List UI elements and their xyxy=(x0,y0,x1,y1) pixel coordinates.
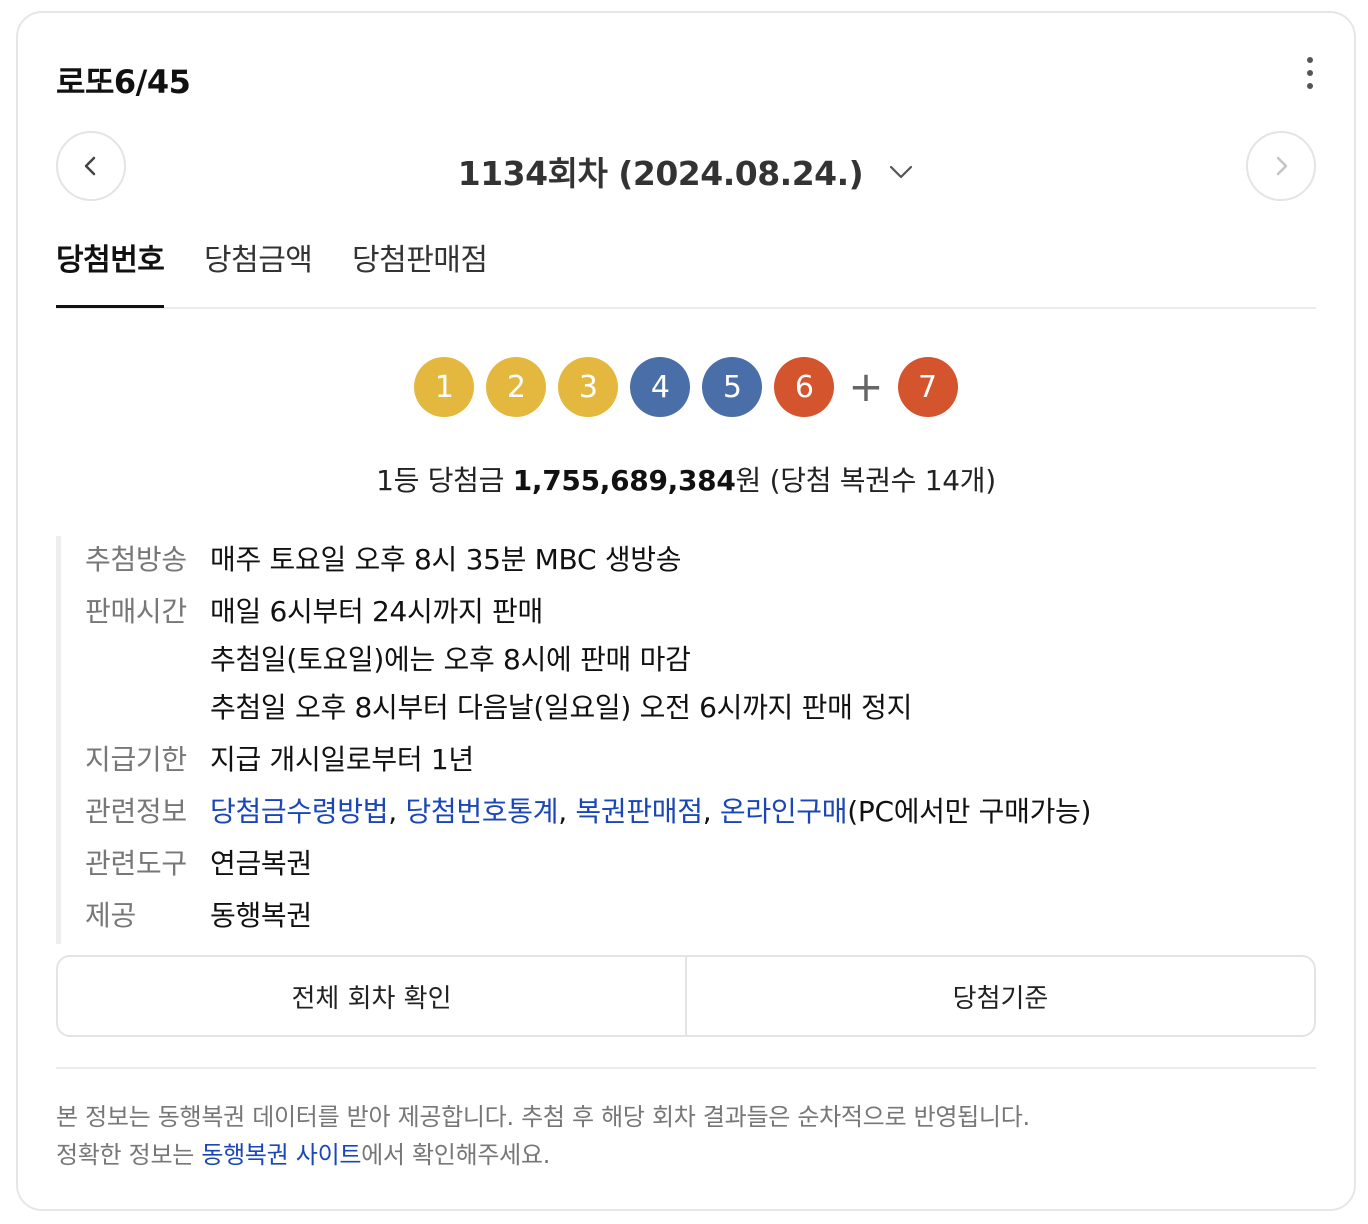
info-row-related-info: 관련정보 당첨금수령방법, 당첨번호통계, 복권판매점, 온라인구매(PC에서만… xyxy=(85,788,1296,836)
info-label: 추첨방송 xyxy=(85,543,187,576)
round-label: 1134회차 (2024.08.24.) xyxy=(457,154,864,193)
action-buttons: 전체 회차 확인 당첨기준 xyxy=(56,955,1316,1037)
info-label: 지급기한 xyxy=(85,743,187,776)
info-label: 관련도구 xyxy=(85,847,187,880)
info-label: 관련정보 xyxy=(85,795,187,828)
number-ball: 3 xyxy=(558,357,619,417)
info-row-sales-time: 판매시간 매일 6시부터 24시까지 판매 추첨일(토요일)에는 오후 8시에 … xyxy=(85,588,1296,732)
claim-method-link[interactable]: 당첨금수령방법 xyxy=(210,795,389,828)
number-ball: 6 xyxy=(774,357,835,417)
plus-icon: + xyxy=(848,362,884,411)
active-tab-indicator xyxy=(56,305,164,308)
number-ball: 2 xyxy=(486,357,547,417)
tab-winning-numbers[interactable]: 당첨번호 xyxy=(56,235,165,279)
first-prize-summary: 1등 당첨금 1,755,689,384원 (당첨 복권수 14개) xyxy=(376,464,996,497)
footer-divider xyxy=(56,1067,1316,1069)
lottery-info-list: 추첨방송 매주 토요일 오후 8시 35분 MBC 생방송 판매시간 매일 6시… xyxy=(56,536,1296,944)
info-row-provider: 제공 동행복권 xyxy=(85,892,1296,940)
footer-note: 본 정보는 동행복권 데이터를 받아 제공합니다. 추첨 후 해당 회차 결과들… xyxy=(56,1103,1030,1169)
pension-lottery-link[interactable]: 연금복권 xyxy=(210,840,312,888)
info-row-related-tools: 관련도구 연금복권 xyxy=(85,840,1296,888)
broadcast-link[interactable]: 매주 토요일 오후 8시 35분 MBC 생방송 xyxy=(210,536,682,584)
payout-value: 지급 개시일로부터 1년 xyxy=(210,743,474,776)
tab-prize-amounts[interactable]: 당첨금액 xyxy=(204,235,313,279)
number-ball: 5 xyxy=(702,357,763,417)
provider-link[interactable]: 동행복권 xyxy=(210,892,312,940)
sales-time-value: 매일 6시부터 24시까지 판매 추첨일(토요일)에는 오후 8시에 판매 마감… xyxy=(210,595,913,724)
number-ball: 1 xyxy=(414,357,475,417)
tab-bar: 당첨번호 당첨금액 당첨판매점 xyxy=(56,233,1316,309)
winning-criteria-button[interactable]: 당첨기준 xyxy=(685,957,1314,1035)
statistics-link[interactable]: 당첨번호통계 xyxy=(405,795,558,828)
dhlottery-site-link[interactable]: 동행복권 사이트 xyxy=(201,1141,361,1169)
info-row-payout: 지급기한 지급 개시일로부터 1년 xyxy=(85,736,1296,784)
tab-winning-stores[interactable]: 당첨판매점 xyxy=(352,235,488,279)
related-info-value: 당첨금수령방법, 당첨번호통계, 복권판매점, 온라인구매(PC에서만 구매가능… xyxy=(210,795,1092,828)
online-purchase-link[interactable]: 온라인구매 xyxy=(720,795,848,828)
info-row-broadcast: 추첨방송 매주 토요일 오후 8시 35분 MBC 생방송 xyxy=(85,536,1296,584)
number-ball: 4 xyxy=(630,357,691,417)
next-round-button[interactable] xyxy=(1246,131,1316,201)
chevron-down-icon xyxy=(890,165,913,178)
bonus-number-ball: 7 xyxy=(897,357,958,417)
info-label: 판매시간 xyxy=(85,595,187,628)
lotto-card: 로또6/45 1134회차 (2024.08.24.) 당첨번호 당첨금액 당첨… xyxy=(16,11,1356,1211)
card-title: 로또6/45 xyxy=(56,63,191,101)
info-label: 제공 xyxy=(85,899,136,932)
all-rounds-button[interactable]: 전체 회차 확인 xyxy=(58,957,685,1035)
more-options-icon[interactable] xyxy=(1298,57,1322,89)
chevron-right-icon xyxy=(1276,156,1288,176)
winning-numbers: 1 2 3 4 5 6 + 7 xyxy=(18,356,1354,418)
store-link[interactable]: 복권판매점 xyxy=(575,795,703,828)
round-selector[interactable]: 1134회차 (2024.08.24.) xyxy=(18,147,1354,195)
first-prize-amount: 1,755,689,384 xyxy=(512,464,736,497)
